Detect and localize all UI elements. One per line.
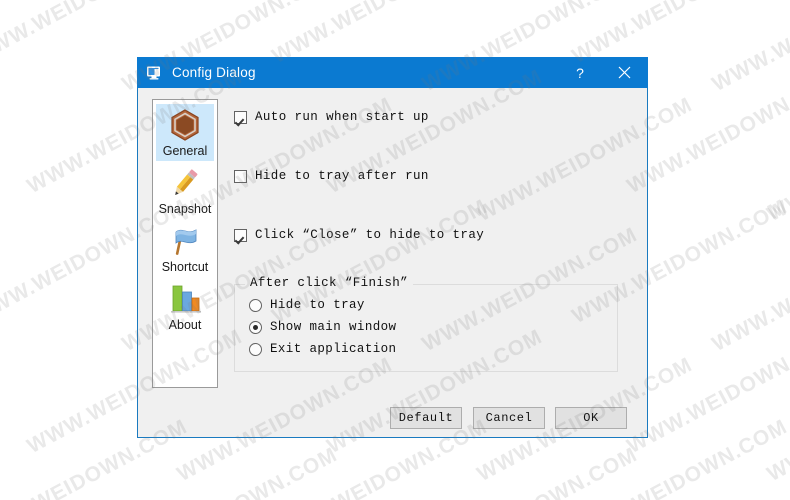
cancel-button-label: Cancel xyxy=(485,411,533,425)
sidebar-item-shortcut[interactable]: Shortcut xyxy=(156,220,214,277)
watermark-text: WWW.WEIDOWN.COM xyxy=(708,223,790,357)
checkbox-auto-run-label: Auto run when start up xyxy=(255,110,429,124)
watermark-text: WWW.WEIDOWN.COM xyxy=(623,65,790,199)
radio-show-main-window-label: Show main window xyxy=(270,320,397,334)
monitor-icon xyxy=(146,65,163,81)
bar-chart-icon xyxy=(165,281,205,317)
config-dialog-window: Config Dialog ? General Snapshot Shortcu… xyxy=(137,57,648,438)
checkbox-auto-run[interactable] xyxy=(234,110,247,124)
after-finish-group-title: After click “Finish” xyxy=(245,276,414,290)
ok-button[interactable]: OK xyxy=(555,407,627,429)
radio-exit-application[interactable] xyxy=(249,342,262,356)
default-button[interactable]: Default xyxy=(390,407,462,429)
checkbox-click-close[interactable] xyxy=(234,228,247,242)
title-bar[interactable]: Config Dialog ? xyxy=(137,57,648,88)
checkbox-hide-to-tray[interactable] xyxy=(234,169,247,183)
radio-show-main-window[interactable] xyxy=(249,320,262,334)
cancel-button[interactable]: Cancel xyxy=(473,407,545,429)
checkbox-click-close-row[interactable]: Click “Close” to hide to tray xyxy=(234,228,484,242)
pencil-icon xyxy=(165,165,205,201)
checkbox-hide-to-tray-row[interactable]: Hide to tray after run xyxy=(234,169,429,183)
sidebar-item-label: General xyxy=(162,144,208,158)
help-button[interactable]: ? xyxy=(558,57,602,88)
dialog-body: General Snapshot Shortcut About Auto run… xyxy=(138,88,647,437)
category-list[interactable]: General Snapshot Shortcut About xyxy=(152,99,218,388)
default-button-label: Default xyxy=(398,411,454,425)
watermark-text: WWW.WEIDOWN.COM xyxy=(763,93,790,227)
hexagon-nut-icon xyxy=(165,107,205,143)
after-finish-group: After click “Finish” Hide to tray Show m… xyxy=(234,276,618,372)
sidebar-item-about[interactable]: About xyxy=(156,278,214,335)
sidebar-item-label: About xyxy=(168,318,202,332)
radio-hide-to-tray-row[interactable]: Hide to tray xyxy=(249,298,365,312)
radio-hide-to-tray-label: Hide to tray xyxy=(270,298,365,312)
sidebar-item-general[interactable]: General xyxy=(156,104,214,161)
sidebar-item-label: Snapshot xyxy=(158,202,212,216)
radio-exit-application-row[interactable]: Exit application xyxy=(249,342,396,356)
sidebar-item-snapshot[interactable]: Snapshot xyxy=(156,162,214,219)
radio-show-main-window-row[interactable]: Show main window xyxy=(249,320,396,334)
watermark-text: WWW.WEIDOWN.COM xyxy=(763,353,790,487)
checkbox-hide-to-tray-label: Hide to tray after run xyxy=(255,169,429,183)
sidebar-item-label: Shortcut xyxy=(161,260,209,274)
ok-button-label: OK xyxy=(583,411,599,425)
radio-hide-to-tray[interactable] xyxy=(249,298,262,312)
window-title: Config Dialog xyxy=(172,65,256,80)
watermark-text: WWW.WEIDOWN.COM xyxy=(708,443,790,500)
watermark-text: WWW.WEIDOWN.COM xyxy=(623,325,790,459)
watermark-text: WWW.WEIDOWN.COM xyxy=(418,443,641,500)
watermark-text: WWW.WEIDOWN.COM xyxy=(118,443,341,500)
radio-exit-application-label: Exit application xyxy=(270,342,397,356)
checkbox-click-close-label: Click “Close” to hide to tray xyxy=(255,228,485,242)
watermark-text: WWW.WEIDOWN.COM xyxy=(708,0,790,97)
help-icon: ? xyxy=(576,64,584,81)
close-icon xyxy=(618,66,630,79)
checkbox-auto-run-row[interactable]: Auto run when start up xyxy=(234,110,429,124)
flag-icon xyxy=(165,223,205,259)
close-button[interactable] xyxy=(602,57,646,88)
